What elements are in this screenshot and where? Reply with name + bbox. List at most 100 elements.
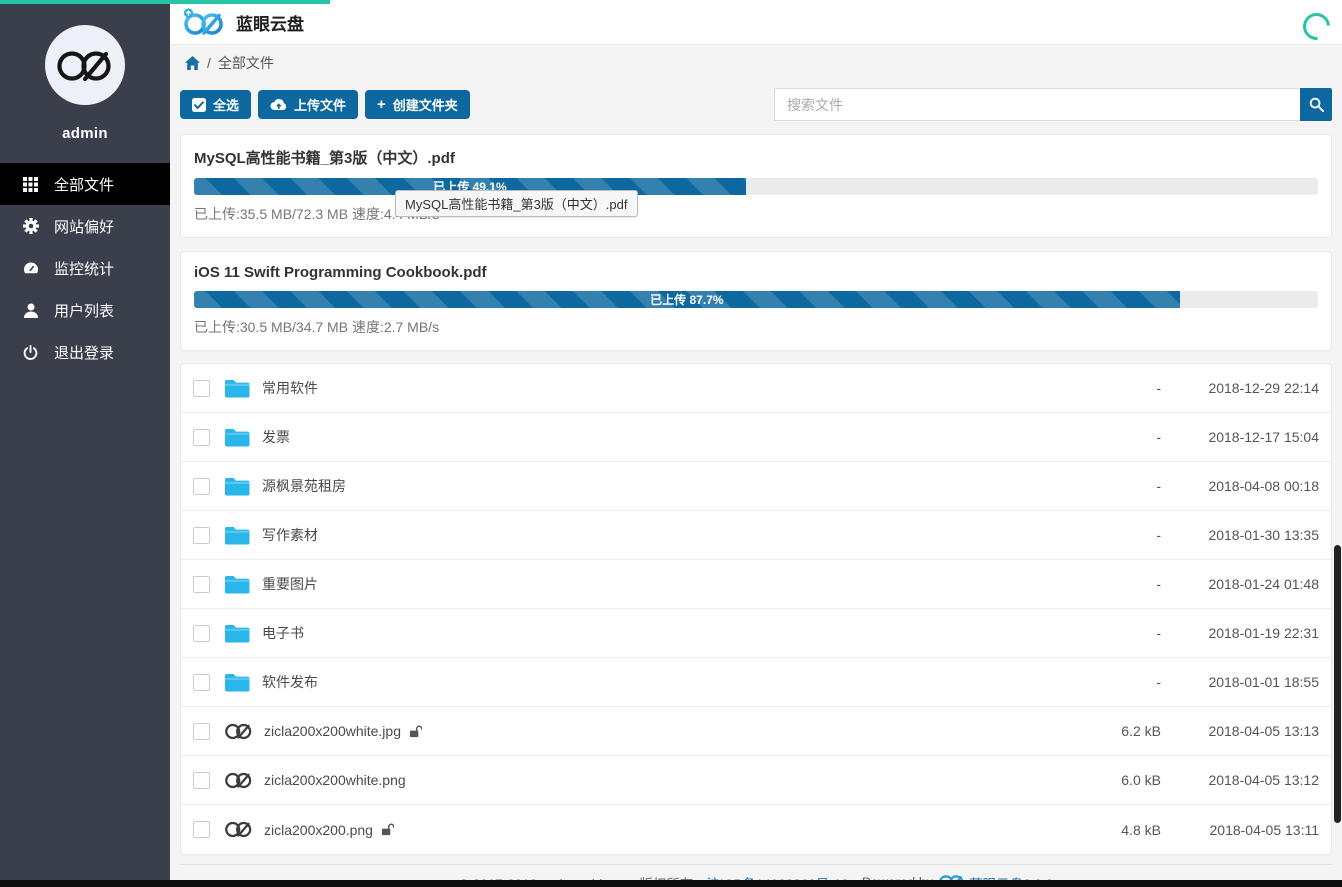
check-square-icon (192, 98, 206, 112)
bottom-edge-bar (0, 880, 1342, 887)
sidebar-item-label: 网站偏好 (54, 216, 114, 237)
search-button[interactable] (1300, 88, 1332, 121)
sidebar-item-monitoring[interactable]: 监控统计 (0, 247, 170, 289)
file-name[interactable]: zicla200x200.png (264, 822, 373, 838)
file-name[interactable]: 源枫景苑租房 (262, 476, 346, 496)
file-name[interactable]: 发票 (262, 427, 290, 447)
file-date: 2018-04-08 00:18 (1161, 478, 1319, 494)
table-row[interactable]: 软件发布 - 2018-01-01 18:55 (181, 658, 1331, 707)
content: 全选 上传文件 + 创建文件夹 (170, 88, 1342, 887)
row-checkbox[interactable] (193, 625, 210, 642)
file-name[interactable]: 写作素材 (262, 525, 318, 545)
table-row[interactable]: 常用软件 - 2018-12-29 22:14 (181, 364, 1331, 413)
cloud-upload-icon (270, 98, 287, 111)
table-row[interactable]: 发票 - 2018-12-17 15:04 (181, 413, 1331, 462)
file-name[interactable]: zicla200x200white.png (264, 772, 406, 788)
file-size: - (1081, 674, 1161, 690)
file-date: 2018-01-24 01:48 (1161, 576, 1319, 592)
file-name[interactable]: 常用软件 (262, 378, 318, 398)
sidebar-item-logout[interactable]: 退出登录 (0, 331, 170, 373)
row-checkbox[interactable] (193, 772, 210, 789)
sidebar-item-user-list[interactable]: 用户列表 (0, 289, 170, 331)
page-title: 蓝眼云盘 (236, 10, 304, 35)
file-name[interactable]: 软件发布 (262, 672, 318, 692)
app-window: admin 全部文件 (0, 0, 1342, 887)
upload-filename: MySQL高性能书籍_第3版（中文）.pdf (194, 147, 1318, 168)
app-logo-icon[interactable] (182, 8, 224, 36)
file-size: 4.8 kB (1081, 822, 1161, 838)
table-row[interactable]: zicla200x200.png 4.8 kB 2018-04-05 13:11 (181, 805, 1331, 854)
folder-icon (224, 525, 250, 545)
image-thumbnail-icon (224, 772, 252, 789)
row-checkbox[interactable] (193, 674, 210, 691)
avatar[interactable] (45, 25, 125, 105)
sidebar-item-site-preferences[interactable]: 网站偏好 (0, 205, 170, 247)
table-row[interactable]: zicla200x200white.png 6.0 kB 2018-04-05 … (181, 756, 1331, 805)
row-checkbox[interactable] (193, 576, 210, 593)
file-name[interactable]: zicla200x200white.jpg (264, 723, 401, 739)
home-icon[interactable] (185, 56, 200, 70)
breadcrumb-current: 全部文件 (218, 53, 274, 73)
file-date: 2018-12-17 15:04 (1161, 429, 1319, 445)
search-icon (1309, 97, 1324, 112)
unlock-icon[interactable] (409, 725, 422, 738)
folder-icon (224, 623, 250, 643)
grid-icon (22, 177, 39, 192)
sidebar-item-label: 退出登录 (54, 342, 114, 363)
row-checkbox[interactable] (193, 527, 210, 544)
table-row[interactable]: 源枫景苑租房 - 2018-04-08 00:18 (181, 462, 1331, 511)
breadcrumb-separator: / (207, 55, 211, 71)
row-checkbox[interactable] (193, 429, 210, 446)
file-date: 2018-01-19 22:31 (1161, 625, 1319, 641)
file-name[interactable]: 电子书 (262, 623, 304, 643)
folder-icon (224, 476, 250, 496)
upload-filename: iOS 11 Swift Programming Cookbook.pdf (194, 264, 1318, 281)
brand-logo-icon (56, 47, 114, 83)
sidebar-item-label: 用户列表 (54, 300, 114, 321)
image-thumbnail-icon (224, 723, 252, 740)
scrollbar-thumb[interactable] (1334, 545, 1341, 823)
select-all-button[interactable]: 全选 (180, 90, 251, 119)
file-list: 常用软件 - 2018-12-29 22:14 发票 - 2018-12-17 … (180, 363, 1332, 855)
upload-file-button[interactable]: 上传文件 (258, 90, 358, 119)
file-date: 2018-01-01 18:55 (1161, 674, 1319, 690)
unlock-icon[interactable] (381, 823, 394, 836)
file-size: - (1081, 429, 1161, 445)
toolbar: 全选 上传文件 + 创建文件夹 (180, 88, 1332, 121)
sidebar-item-label: 全部文件 (54, 174, 114, 195)
file-size: - (1081, 380, 1161, 396)
upload-progress-label: 已上传 87.7% (650, 291, 723, 308)
file-date: 2018-04-05 13:13 (1161, 723, 1319, 739)
power-icon (22, 345, 39, 360)
search-bar (774, 88, 1332, 121)
filename-tooltip: MySQL高性能书籍_第3版（中文）.pdf (395, 190, 638, 217)
row-checkbox[interactable] (193, 380, 210, 397)
folder-icon (224, 427, 250, 447)
file-date: 2018-04-05 13:11 (1161, 822, 1319, 838)
upload-card: iOS 11 Swift Programming Cookbook.pdf 已上… (180, 251, 1332, 351)
row-checkbox[interactable] (193, 723, 210, 740)
username: admin (0, 125, 170, 142)
image-thumbnail-icon (224, 821, 252, 838)
upload-file-label: 上传文件 (294, 95, 346, 114)
file-size: - (1081, 527, 1161, 543)
table-row[interactable]: 电子书 - 2018-01-19 22:31 (181, 609, 1331, 658)
file-date: 2018-04-05 13:12 (1161, 772, 1319, 788)
search-input[interactable] (774, 88, 1300, 121)
row-checkbox[interactable] (193, 478, 210, 495)
sidebar-nav: 全部文件 网站偏好 (0, 163, 170, 373)
file-name[interactable]: 重要图片 (262, 574, 318, 594)
file-size: - (1081, 625, 1161, 641)
folder-icon (224, 672, 250, 692)
folder-icon (224, 574, 250, 594)
sidebar: admin 全部文件 (0, 0, 170, 880)
folder-icon (224, 378, 250, 398)
create-folder-button[interactable]: + 创建文件夹 (365, 90, 470, 119)
upload-stats: 已上传:35.5 MB/72.3 MB 速度:4.4 MB/s (194, 204, 1318, 224)
file-date: 2018-01-30 13:35 (1161, 527, 1319, 543)
table-row[interactable]: 写作素材 - 2018-01-30 13:35 (181, 511, 1331, 560)
table-row[interactable]: zicla200x200white.jpg 6.2 kB 2018-04-05 … (181, 707, 1331, 756)
row-checkbox[interactable] (193, 821, 210, 838)
table-row[interactable]: 重要图片 - 2018-01-24 01:48 (181, 560, 1331, 609)
sidebar-item-all-files[interactable]: 全部文件 (0, 163, 170, 205)
